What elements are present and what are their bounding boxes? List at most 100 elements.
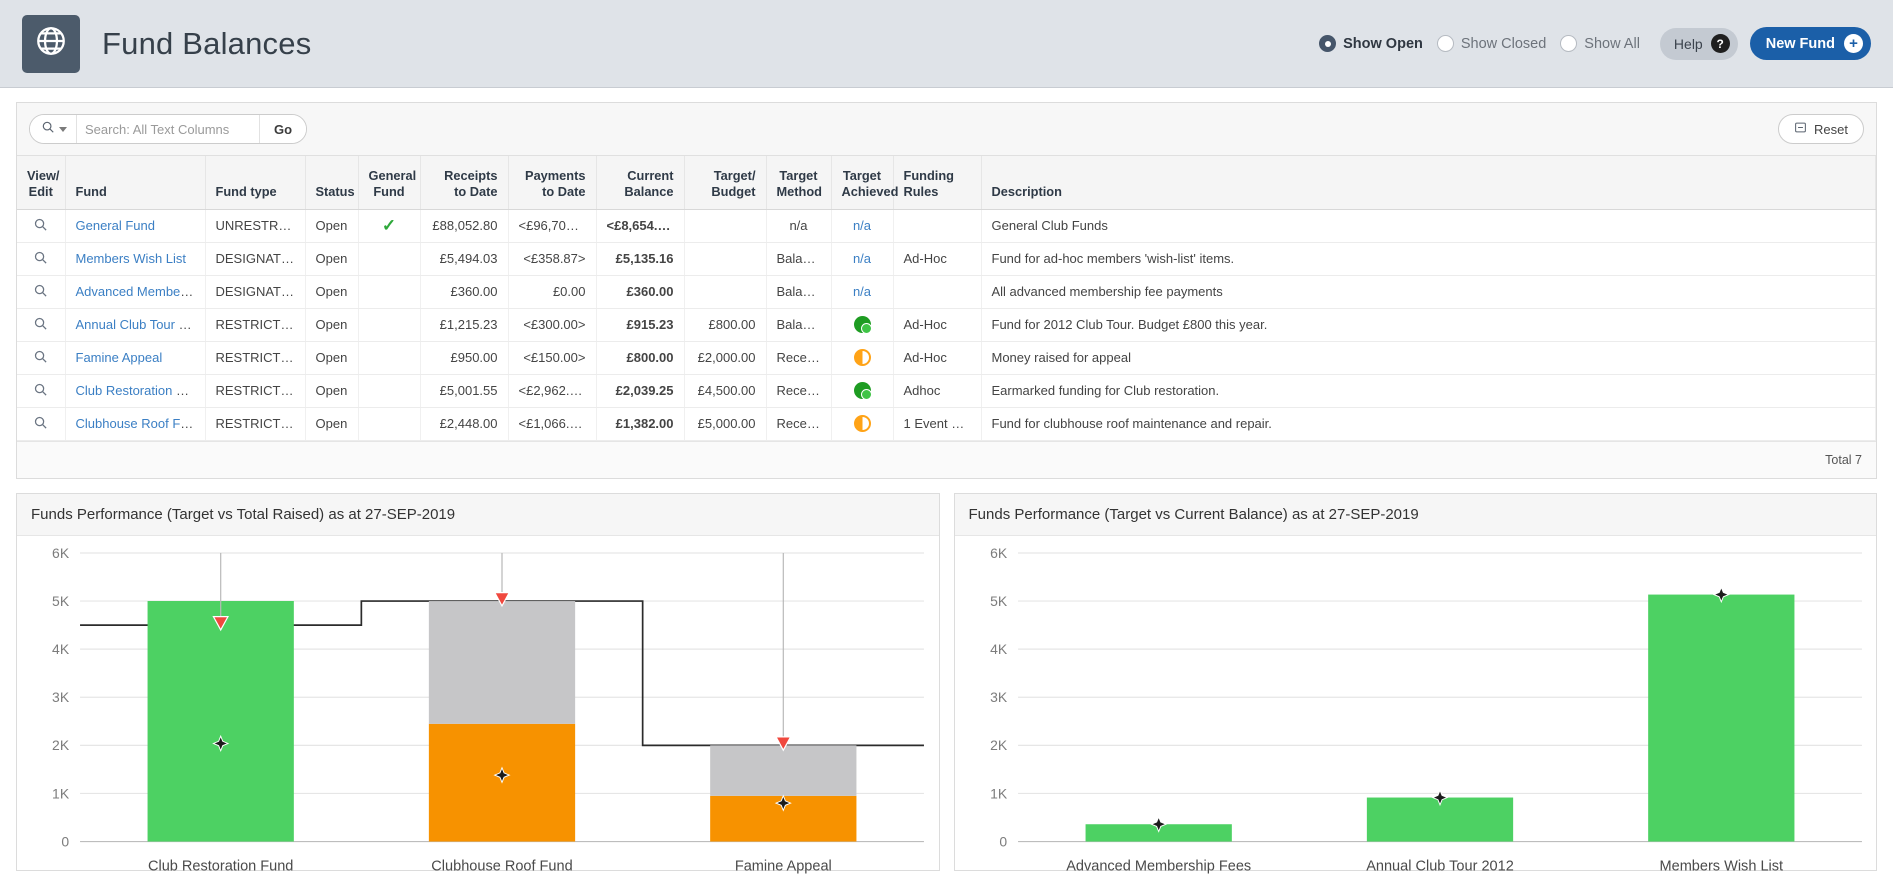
description-cell: Fund for 2012 Club Tour. Budget £800 thi…: [981, 308, 1876, 342]
radio-show-closed[interactable]: Show Closed: [1436, 35, 1546, 52]
fund-name-cell[interactable]: Famine Appeal: [65, 341, 206, 375]
target-achieved-cell: [831, 374, 894, 408]
y-axis-tick-label: 2K: [52, 737, 70, 753]
fund-link[interactable]: Members Wish List: [76, 251, 187, 266]
magnifier-icon: [41, 120, 55, 139]
description-cell: Money raised for appeal: [981, 341, 1876, 375]
chart-title-total-raised: Funds Performance (Target vs Total Raise…: [17, 493, 939, 536]
column-header-7[interactable]: Current Balance: [596, 156, 685, 210]
target-achieved-cell: [831, 341, 894, 375]
fund-link[interactable]: Annual Club Tour 2012: [76, 317, 205, 332]
chart-body-total-raised: 0 1K 2K 3K 4K 5K 6K Club Restoration Fund Clubho…: [17, 536, 939, 881]
bar-chart-current-balance[interactable]: 0 1K 2K 3K 4K 5K 6K Advanced Membership Fees Ann…: [955, 536, 1877, 881]
header-controls: Show Open Show Closed Show All Help ? Ne…: [1319, 27, 1871, 60]
column-header-12[interactable]: Description: [981, 156, 1876, 210]
fund-name-cell[interactable]: Members Wish List: [65, 242, 206, 276]
target-achieved-link[interactable]: n/a: [853, 218, 871, 233]
table-row[interactable]: Famine Appeal RESTRICTED Open £950.00 <£150.…: [17, 341, 1876, 375]
chart-card-total-raised: Funds Performance (Target vs Total Raise…: [16, 492, 940, 874]
bar-segment[interactable]: [428, 600, 576, 724]
fund-name-cell[interactable]: Club Restoration Fund: [65, 374, 206, 408]
target-achieved-link[interactable]: n/a: [853, 251, 871, 266]
target-budget-cell: [684, 209, 767, 243]
view-edit-cell[interactable]: [17, 341, 66, 375]
target-achieved-half-icon: [853, 349, 871, 367]
view-edit-cell[interactable]: [17, 374, 66, 408]
fund-link[interactable]: Clubhouse Roof Fund: [76, 416, 202, 431]
column-header-10[interactable]: Target Achieved: [831, 156, 898, 210]
bar-segment[interactable]: [147, 600, 294, 842]
view-edit-icon[interactable]: [33, 349, 48, 367]
reset-icon: [1794, 121, 1807, 137]
bar-chart-total-raised[interactable]: 0 1K 2K 3K 4K 5K 6K Club Restoration Fund Clubho…: [17, 536, 939, 881]
current-balance-cell: £2,039.25: [596, 374, 685, 408]
column-header-3[interactable]: Status: [305, 156, 359, 210]
reset-button[interactable]: Reset: [1778, 114, 1864, 144]
table-row[interactable]: Annual Club Tour 2012 RESTRICTED Open £1,21…: [17, 308, 1876, 342]
bar-segment[interactable]: [1647, 594, 1794, 842]
view-edit-icon[interactable]: [33, 250, 48, 268]
target-method-cell: Receipts: [766, 341, 832, 375]
table-footer: Total 7: [17, 440, 1876, 478]
payments-cell: <£358.87>: [508, 242, 597, 276]
fund-name-cell[interactable]: Advanced Membership Fees: [65, 275, 206, 309]
receipts-cell: £360.00: [420, 275, 509, 309]
view-edit-cell[interactable]: [17, 275, 66, 309]
view-edit-icon[interactable]: [33, 283, 48, 301]
view-edit-cell[interactable]: [17, 308, 66, 342]
plus-icon: +: [1844, 34, 1863, 53]
help-button[interactable]: Help ?: [1659, 27, 1738, 60]
target-budget-cell: £800.00: [684, 308, 767, 342]
status-cell: Open: [305, 341, 359, 375]
fund-name-cell[interactable]: Clubhouse Roof Fund: [65, 407, 206, 441]
search-input[interactable]: [77, 115, 259, 143]
fund-name-cell[interactable]: Annual Club Tour 2012: [65, 308, 206, 342]
view-edit-cell[interactable]: [17, 209, 66, 243]
search-column-selector[interactable]: [30, 115, 77, 143]
fund-name-cell[interactable]: General Fund: [65, 209, 206, 243]
target-achieved-link[interactable]: n/a: [853, 284, 871, 299]
view-edit-icon[interactable]: [33, 415, 48, 433]
table-row[interactable]: Members Wish List DESIGNATED Open £5,494.03…: [17, 242, 1876, 276]
fund-link[interactable]: Famine Appeal: [76, 350, 163, 365]
column-header-9[interactable]: Target Method: [766, 156, 832, 210]
radio-show-all[interactable]: Show All: [1560, 35, 1640, 52]
view-edit-icon[interactable]: [33, 316, 48, 334]
column-header-0[interactable]: View/ Edit: [17, 156, 66, 210]
fund-table: View/ Edit Fund Fund type Status General Fun…: [17, 156, 1876, 441]
fund-link[interactable]: Advanced Membership Fees: [76, 284, 205, 299]
y-axis-tick-label: 1K: [990, 785, 1008, 801]
receipts-cell: £88,052.80: [420, 209, 509, 243]
fund-link[interactable]: General Fund: [76, 218, 156, 233]
fund-link[interactable]: Club Restoration Fund: [76, 383, 205, 398]
table-row[interactable]: Club Restoration Fund RESTRICTED Open £5,00…: [17, 374, 1876, 408]
column-header-11[interactable]: Funding Rules: [893, 156, 982, 210]
column-header-2[interactable]: Fund type: [205, 156, 306, 210]
help-button-label: Help: [1673, 35, 1703, 52]
target-achieved-cell: n/a: [831, 242, 894, 276]
status-filter-group: Show Open Show Closed Show All: [1319, 35, 1654, 52]
view-edit-cell[interactable]: [17, 242, 66, 276]
payments-cell: £0.00: [508, 275, 597, 309]
view-edit-cell[interactable]: [17, 407, 66, 441]
view-edit-icon[interactable]: [33, 217, 48, 235]
receipts-cell: £5,001.55: [420, 374, 509, 408]
radio-show-open[interactable]: Show Open: [1319, 35, 1423, 52]
column-header-4[interactable]: General Fund: [358, 156, 421, 210]
y-axis-tick-label: 6K: [52, 544, 70, 560]
table-row[interactable]: General FundUNRESTRICTEDOpen✓£88,052.80<…: [17, 209, 1876, 243]
target-budget-cell: [684, 275, 767, 309]
view-edit-icon[interactable]: [33, 382, 48, 400]
new-fund-button[interactable]: New Fund +: [1749, 27, 1871, 60]
column-header-8[interactable]: Target/ Budget: [684, 156, 767, 210]
search-go-button[interactable]: Go: [259, 115, 307, 143]
bar-segment[interactable]: [710, 744, 857, 796]
column-header-5[interactable]: Receipts to Date: [420, 156, 509, 210]
target-budget-cell: [684, 242, 767, 276]
table-row[interactable]: Clubhouse Roof Fund RESTRICTED Open £2,448.…: [17, 407, 1876, 441]
column-header-6[interactable]: Payments to Date: [508, 156, 597, 210]
table-row[interactable]: Advanced Membership FeesDESIGNATEDOpen £3…: [17, 275, 1876, 309]
target-achieved-green-icon: [853, 382, 872, 401]
column-header-1[interactable]: Fund: [65, 156, 206, 210]
description-cell: Earmarked funding for Club restoration.: [981, 374, 1876, 408]
